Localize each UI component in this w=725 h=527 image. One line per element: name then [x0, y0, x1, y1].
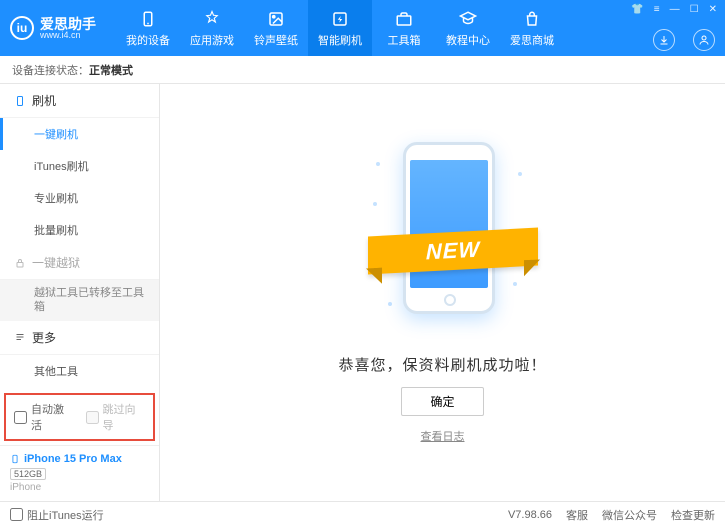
close-icon[interactable]: ✕: [709, 4, 717, 15]
sidebar-item-itunes[interactable]: iTunes刷机: [0, 150, 159, 182]
sidebar-options-highlighted: 自动激活 跳过向导: [4, 393, 155, 441]
device-type: iPhone: [10, 482, 149, 493]
nav-smart-flash[interactable]: 智能刷机: [308, 0, 372, 56]
nav-ringtones[interactable]: 铃声壁纸: [244, 0, 308, 56]
toolbox-icon: [394, 9, 414, 29]
tutorial-icon: [458, 9, 478, 29]
sidebar-group-flash[interactable]: 刷机: [0, 84, 159, 118]
sidebar-group-more[interactable]: 更多: [0, 321, 159, 355]
device-icon: [138, 9, 158, 29]
sidebar: 刷机 一键刷机 iTunes刷机 专业刷机 批量刷机 一键越狱 越狱工具已转移至…: [0, 84, 160, 501]
nav-store[interactable]: 爱思商城: [500, 0, 564, 56]
skin-icon[interactable]: 👕: [631, 4, 643, 15]
app-header: iu 爱思助手 www.i4.cn 我的设备 应用游戏 铃声壁纸 智能刷机 工具…: [0, 0, 725, 56]
view-log-link[interactable]: 查看日志: [421, 428, 465, 444]
header-sub-controls: [653, 29, 715, 51]
footer-link-wechat[interactable]: 微信公众号: [602, 507, 657, 523]
sidebar-jailbreak-note: 越狱工具已转移至工具箱: [0, 280, 159, 321]
checkbox-auto-activate[interactable]: 自动激活: [14, 401, 74, 433]
store-icon: [522, 9, 542, 29]
sidebar-item-oneclick[interactable]: 一键刷机: [0, 118, 159, 150]
minimize-icon[interactable]: —: [670, 4, 680, 15]
success-message: 恭喜您，保资料刷机成功啦！: [338, 354, 546, 375]
menu-icon[interactable]: ≡: [654, 4, 660, 15]
sidebar-item-pro[interactable]: 专业刷机: [0, 182, 159, 214]
success-illustration: NEW: [368, 142, 518, 342]
nav-apps-games[interactable]: 应用游戏: [180, 0, 244, 56]
apps-icon: [202, 9, 222, 29]
checkbox-skip-guide[interactable]: 跳过向导: [86, 401, 146, 433]
brand-name: 爱思助手: [40, 17, 96, 31]
window-controls: 👕 ≡ — ☐ ✕: [631, 4, 717, 15]
nav-my-device[interactable]: 我的设备: [116, 0, 180, 56]
checkbox-block-itunes[interactable]: 阻止iTunes运行: [10, 507, 104, 523]
sidebar-item-batch[interactable]: 批量刷机: [0, 214, 159, 246]
nav-toolbox[interactable]: 工具箱: [372, 0, 436, 56]
version-label: V7.98.66: [508, 509, 552, 521]
user-icon[interactable]: [693, 29, 715, 51]
logo-icon: iu: [10, 16, 34, 40]
flash-icon: [330, 9, 350, 29]
footer-link-support[interactable]: 客服: [566, 507, 588, 523]
footer-link-update[interactable]: 检查更新: [671, 507, 715, 523]
status-bar: 设备连接状态：正常模式: [0, 56, 725, 84]
sidebar-item-firmware[interactable]: 下载固件: [0, 387, 159, 389]
nav-tutorials[interactable]: 教程中心: [436, 0, 500, 56]
download-icon[interactable]: [653, 29, 675, 51]
main-nav: 我的设备 应用游戏 铃声壁纸 智能刷机 工具箱 教程中心 爱思商城: [116, 0, 564, 56]
main-content: NEW 恭喜您，保资料刷机成功啦！ 确定 查看日志: [160, 84, 725, 501]
device-name[interactable]: iPhone 15 Pro Max: [10, 452, 149, 466]
device-info: iPhone 15 Pro Max 512GB iPhone: [0, 445, 159, 501]
wallpaper-icon: [266, 9, 286, 29]
logo-block: iu 爱思助手 www.i4.cn: [10, 16, 96, 40]
footer-bar: 阻止iTunes运行 V7.98.66 客服 微信公众号 检查更新: [0, 501, 725, 527]
brand-url: www.i4.cn: [40, 31, 96, 40]
list-icon: [14, 331, 26, 343]
confirm-button[interactable]: 确定: [401, 387, 483, 416]
device-capacity: 512GB: [10, 468, 46, 480]
maximize-icon[interactable]: ☐: [690, 4, 699, 15]
lock-icon: [14, 257, 26, 269]
sidebar-item-other[interactable]: 其他工具: [0, 355, 159, 387]
phone-icon: [14, 95, 26, 107]
connection-status: 正常模式: [89, 62, 133, 78]
phone-icon: [10, 452, 20, 466]
new-ribbon: NEW: [368, 227, 538, 274]
sidebar-group-jailbreak: 一键越狱: [0, 246, 159, 280]
